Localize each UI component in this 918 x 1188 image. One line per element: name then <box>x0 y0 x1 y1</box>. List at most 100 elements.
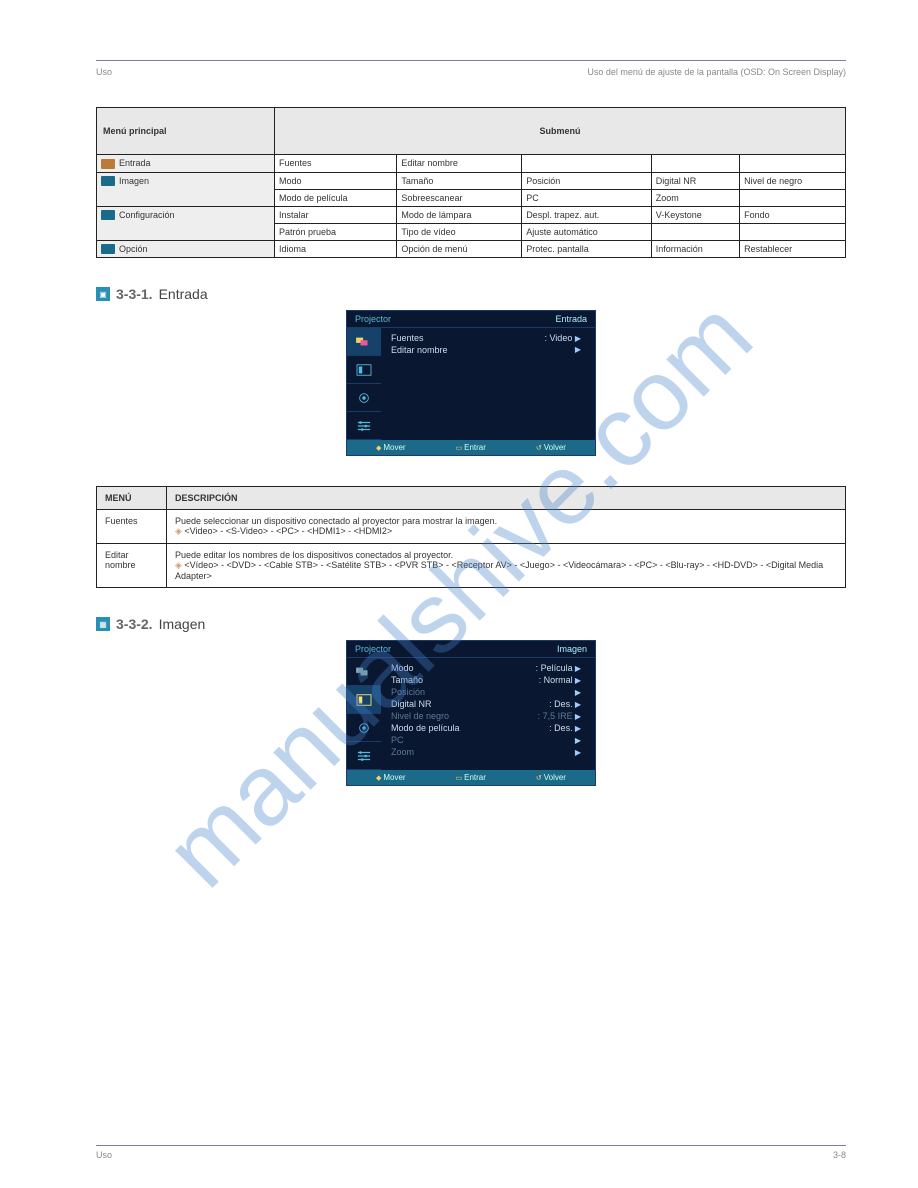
osd-tab-picture-icon[interactable] <box>347 356 381 384</box>
osd-entrada: Projector Entrada Fuentes : Video ▶ Edit… <box>346 310 596 456</box>
th-menu: MENÚ <box>97 487 167 510</box>
osd-value: : Des. <box>549 723 573 733</box>
cell-desc: Puede seleccionar un dispositivo conecta… <box>167 510 846 544</box>
osd-hint-move: Mover <box>376 773 406 782</box>
input-icon: ▣ <box>96 287 110 301</box>
config-label: Configuración <box>119 210 175 220</box>
osd-label: Modo de película <box>391 723 460 733</box>
cell: PC <box>522 189 652 206</box>
cell: Instalar <box>275 206 397 223</box>
osd-value: : Video <box>544 333 572 343</box>
opcion-icon <box>101 244 115 254</box>
cell: Despl. trapez. aut. <box>522 206 652 223</box>
osd-hint-return: Volver <box>536 443 566 452</box>
chevron-right-icon: ▶ <box>575 736 581 745</box>
th-main-menu: Menú principal <box>97 108 275 155</box>
osd-footer: Mover Entrar Volver <box>347 440 595 455</box>
cell: Sobreescanear <box>397 189 522 206</box>
cell-menu: Editar nombre <box>97 544 167 588</box>
osd-tab-setup-icon[interactable] <box>347 714 381 742</box>
cell: Información <box>651 240 739 258</box>
osd-label: Modo <box>391 663 414 673</box>
osd-hint-move: Mover <box>376 443 406 452</box>
chevron-right-icon: ▶ <box>575 748 581 757</box>
cell <box>522 155 652 173</box>
entrada-label: Entrada <box>119 158 151 168</box>
cell: Zoom <box>651 189 739 206</box>
page-header: Uso Uso del menú de ajuste de la pantall… <box>96 67 846 77</box>
cell: Ajuste automático <box>522 223 652 240</box>
cell: Editar nombre <box>397 155 522 173</box>
osd-row[interactable]: Digital NR : Des. ▶ <box>381 698 595 710</box>
osd-row[interactable]: Nivel de negro : 7,5 IRE ▶ <box>381 710 595 722</box>
cell: Restablecer <box>740 240 846 258</box>
header-left: Uso <box>96 67 112 77</box>
cell: Nivel de negro <box>740 172 846 189</box>
osd-tab-option-icon[interactable] <box>347 742 381 770</box>
osd-tab-picture-icon[interactable] <box>347 686 381 714</box>
osd-row[interactable]: Modo: Película ▶ <box>381 662 595 674</box>
config-icon <box>101 210 115 220</box>
chevron-right-icon: ▶ <box>573 724 581 733</box>
osd-row[interactable]: Zoom ▶ <box>381 746 595 758</box>
entrada-title: Entrada <box>159 286 208 302</box>
footer-right: 3-8 <box>833 1150 846 1160</box>
osd-row[interactable]: Tamaño : Normal ▶ <box>381 674 595 686</box>
cell: Fuentes <box>275 155 397 173</box>
chevron-right-icon: ▶ <box>573 676 581 685</box>
osd-label: Posición <box>391 687 425 697</box>
osd-title: Projector <box>355 644 391 654</box>
cell: V-Keystone <box>651 206 739 223</box>
osd-row[interactable]: Posición ▶ <box>381 686 595 698</box>
cell <box>740 223 846 240</box>
osd-label: Tamaño <box>391 675 423 685</box>
cell: Tamaño <box>397 172 522 189</box>
chevron-right-icon: ▶ <box>575 688 581 697</box>
opcion-label: Opción <box>119 244 148 254</box>
cell: Patrón prueba <box>275 223 397 240</box>
chevron-right-icon: ▶ <box>573 712 581 721</box>
osd-row-fuentes[interactable]: Fuentes : Video ▶ <box>381 332 595 344</box>
cell: Tipo de vídeo <box>397 223 522 240</box>
osd-row-editar[interactable]: Editar nombre ▶ <box>381 344 595 356</box>
osd-tab-option-icon[interactable] <box>347 412 381 440</box>
footer-left: Uso <box>96 1150 112 1160</box>
osd-value: : Película <box>536 663 573 673</box>
th-desc: DESCRIPCIÓN <box>167 487 846 510</box>
row-config-1: Configuración Instalar Modo de lámpara D… <box>97 206 846 223</box>
cell <box>740 155 846 173</box>
chevron-right-icon: ▶ <box>573 700 581 709</box>
osd-row[interactable]: PC ▶ <box>381 734 595 746</box>
cell: Fondo <box>740 206 846 223</box>
row-entrada: Entrada Fuentes Editar nombre <box>97 155 846 173</box>
cell <box>740 189 846 206</box>
row-editar-desc: Editar nombre Puede editar los nombres d… <box>97 544 846 588</box>
osd-tab-input-icon[interactable] <box>347 658 381 686</box>
osd-label: Digital NR <box>391 699 432 709</box>
osd-value: : Normal <box>539 675 573 685</box>
top-rule <box>96 60 846 61</box>
cell: Digital NR <box>651 172 739 189</box>
osd-label: Editar nombre <box>391 345 448 355</box>
cell: Modo <box>275 172 397 189</box>
osd-tab-setup-icon[interactable] <box>347 384 381 412</box>
osd-label: Nivel de negro <box>391 711 449 721</box>
cell: Modo de lámpara <box>397 206 522 223</box>
osd-tab-input-icon[interactable] <box>347 328 381 356</box>
imagen-label: Imagen <box>119 176 149 186</box>
osd-hint-enter: Entrar <box>456 773 486 782</box>
section-imagen: ▦ 3-3-2. Imagen Projector Imagen Modo: P… <box>96 616 846 786</box>
cell: Opción de menú <box>397 240 522 258</box>
osd-row[interactable]: Modo de película : Des. ▶ <box>381 722 595 734</box>
row-fuentes-desc: Fuentes Puede seleccionar un dispositivo… <box>97 510 846 544</box>
cell: Protec. pantalla <box>522 240 652 258</box>
row-opcion: Opción Idioma Opción de menú Protec. pan… <box>97 240 846 258</box>
chevron-right-icon: ▶ <box>575 334 581 343</box>
osd-label: PC <box>391 735 404 745</box>
osd-hint-enter: Entrar <box>456 443 486 452</box>
entrada-icon <box>101 159 115 169</box>
osd-footer: Mover Entrar Volver <box>347 770 595 785</box>
osd-imagen: Projector Imagen Modo: Película ▶Tamaño:… <box>346 640 596 786</box>
osd-value: : Des. <box>549 699 573 709</box>
osd-value: : 7,5 IRE <box>538 711 573 721</box>
